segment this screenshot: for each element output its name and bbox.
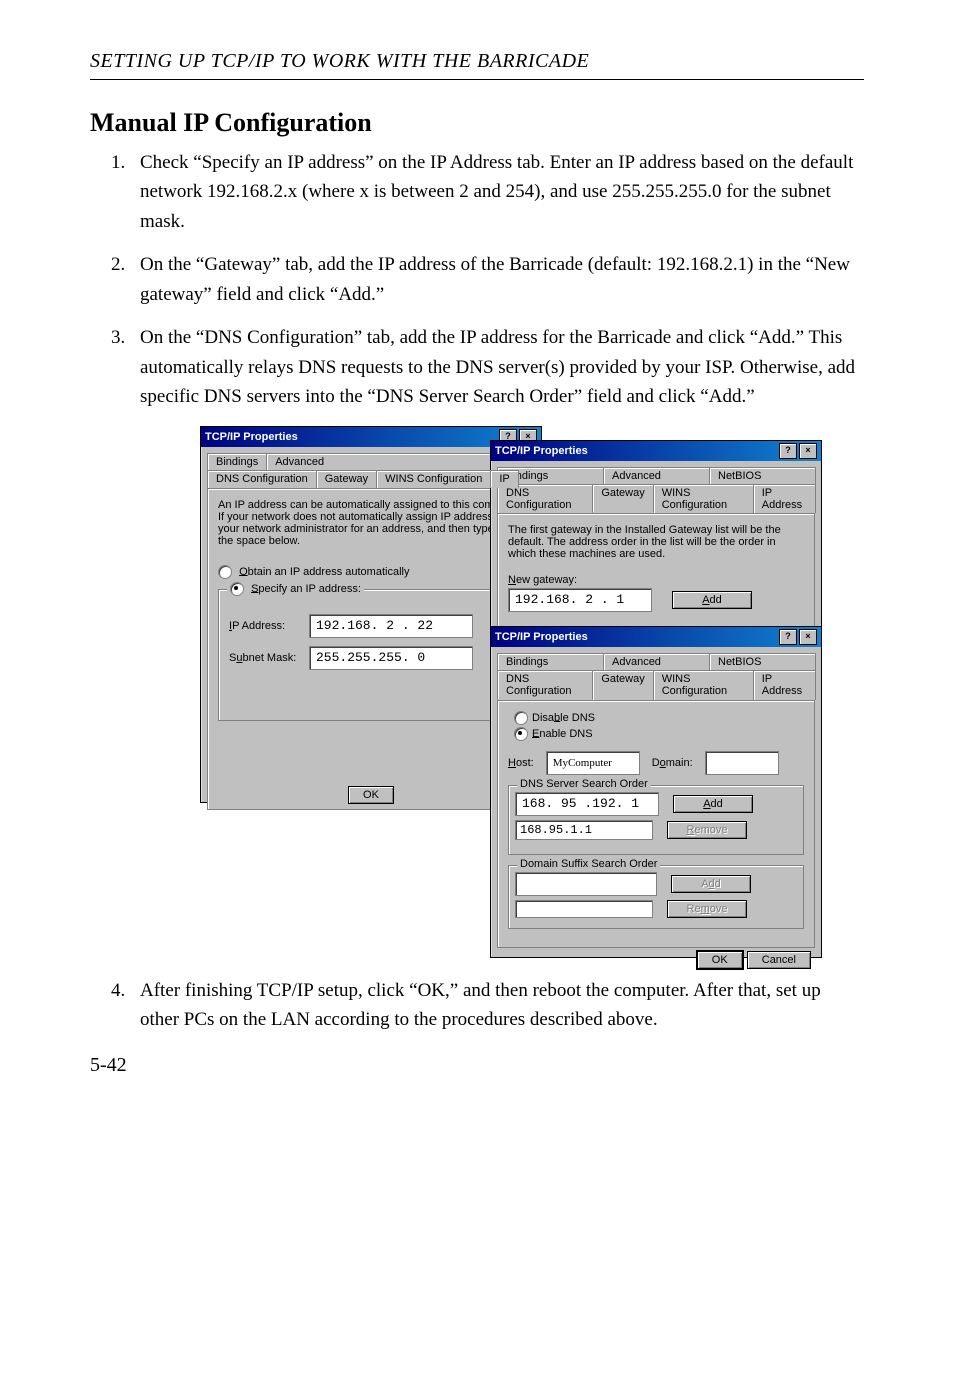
steps-list-continued: After finishing TCP/IP setup, click “OK,… <box>130 976 864 1035</box>
running-head: SETTING UP TCP/IP TO WORK WITH THE BARRI… <box>90 50 864 73</box>
tab-advanced[interactable]: Advanced <box>603 653 710 670</box>
rule <box>90 79 864 80</box>
domain-input[interactable] <box>705 751 779 775</box>
radio-enable-dns[interactable] <box>514 727 528 741</box>
domain-suffix-input[interactable] <box>515 872 657 896</box>
dns-server-input[interactable]: 168. 95 .192. 1 <box>515 792 659 816</box>
new-gateway-label: New gateway: <box>508 574 804 586</box>
radio-obtain[interactable] <box>218 565 232 579</box>
tab-bindings[interactable]: Bindings <box>207 453 267 470</box>
ip-address-input[interactable]: 192.168. 2 . 22 <box>309 614 473 638</box>
tab-netbios[interactable]: NetBIOS <box>709 467 816 484</box>
tab-dns-config[interactable]: DNS Configuration <box>207 470 317 488</box>
tab-gateway[interactable]: Gateway <box>592 484 653 513</box>
radio-disable-dns[interactable] <box>514 711 528 725</box>
tab-dns-config[interactable]: DNS Configuration <box>497 670 593 700</box>
radio-specify-label: Specify an IP address: <box>251 582 361 594</box>
help-icon[interactable]: ? <box>779 629 797 645</box>
gateway-desc: The first gateway in the Installed Gatew… <box>508 524 804 560</box>
host-label: Host: <box>508 757 534 769</box>
step-1: Check “Specify an IP address” on the IP … <box>130 148 864 236</box>
ok-button[interactable]: OK <box>696 950 744 970</box>
steps-list: Check “Specify an IP address” on the IP … <box>130 148 864 412</box>
add-button[interactable]: Add <box>672 591 752 609</box>
radio-obtain-label: Obtain an IP address automatically <box>239 565 409 577</box>
step-2: On the “Gateway” tab, add the IP address… <box>130 250 864 309</box>
host-input[interactable]: MyComputer <box>546 751 640 775</box>
domain-label: Domain: <box>652 757 693 769</box>
subnet-mask-input[interactable]: 255.255.255. 0 <box>309 646 473 670</box>
domain-suffix-list[interactable] <box>515 900 653 918</box>
domain-suffix-label: Domain Suffix Search Order <box>517 858 660 870</box>
screenshot: TCP/IP Properties ? × Bindings Advanced … <box>200 426 820 956</box>
subnet-mask-label: Subnet Mask: <box>229 652 309 664</box>
page-number: 5-42 <box>90 1054 864 1077</box>
tab-gateway[interactable]: Gateway <box>316 470 377 488</box>
tab-netbios[interactable]: NetBIOS <box>709 653 816 670</box>
tab-wins[interactable]: WINS Configuration <box>376 470 491 488</box>
dns-server-list[interactable]: 168.95.1.1 <box>515 820 653 840</box>
title-text: TCP/IP Properties <box>205 431 298 443</box>
step-4: After finishing TCP/IP setup, click “OK,… <box>130 976 864 1035</box>
radio-specify-group: Specify an IP address: <box>227 582 364 596</box>
radio-specify[interactable] <box>230 582 244 596</box>
close-icon[interactable]: × <box>799 443 817 459</box>
titlebar: TCP/IP Properties ? × <box>491 441 821 461</box>
help-icon[interactable]: ? <box>779 443 797 459</box>
tab-ip-address[interactable]: IP Address <box>753 484 816 513</box>
tab-dns-config[interactable]: DNS Configuration <box>497 484 593 513</box>
ip-address-label: IP Address: <box>229 620 309 632</box>
tab-gateway[interactable]: Gateway <box>592 670 653 700</box>
tab-wins[interactable]: WINS Configuration <box>653 670 754 700</box>
dialog-gateway: TCP/IP Properties ? × Bindings Advanced … <box>490 440 822 627</box>
tab-wins[interactable]: WINS Configuration <box>653 484 754 513</box>
close-icon[interactable]: × <box>799 629 817 645</box>
ip-desc-text: An IP address can be automatically assig… <box>218 499 524 547</box>
tab-ip-address[interactable]: IP Address <box>753 670 816 700</box>
enable-dns-label: Enable DNS <box>532 727 593 739</box>
section-title: Manual IP Configuration <box>90 108 864 138</box>
dialog-dns: TCP/IP Properties ? × Bindings Advanced … <box>490 626 822 958</box>
disable-dns-label: Disable DNS <box>532 711 595 723</box>
step-3: On the “DNS Configuration” tab, add the … <box>130 323 864 411</box>
title-text: TCP/IP Properties <box>495 631 588 643</box>
dns-search-order-label: DNS Server Search Order <box>517 778 651 790</box>
cancel-button[interactable]: Cancel <box>747 951 811 969</box>
tab-advanced[interactable]: Advanced <box>603 467 710 484</box>
tab-advanced[interactable]: Advanced <box>266 453 494 470</box>
dns-add-button[interactable]: Add <box>673 795 753 813</box>
tab-ip-address-cut[interactable]: IP <box>490 470 518 488</box>
suffix-remove-button[interactable]: Remove <box>667 900 747 918</box>
new-gateway-input[interactable]: 192.168. 2 . 1 <box>508 588 652 612</box>
tab-bindings[interactable]: Bindings <box>497 653 604 670</box>
title-text: TCP/IP Properties <box>495 445 588 457</box>
dns-remove-button[interactable]: Remove <box>667 821 747 839</box>
titlebar: TCP/IP Properties ? × <box>491 627 821 647</box>
suffix-add-button[interactable]: Add <box>671 875 751 893</box>
ok-button[interactable]: OK <box>348 786 394 804</box>
